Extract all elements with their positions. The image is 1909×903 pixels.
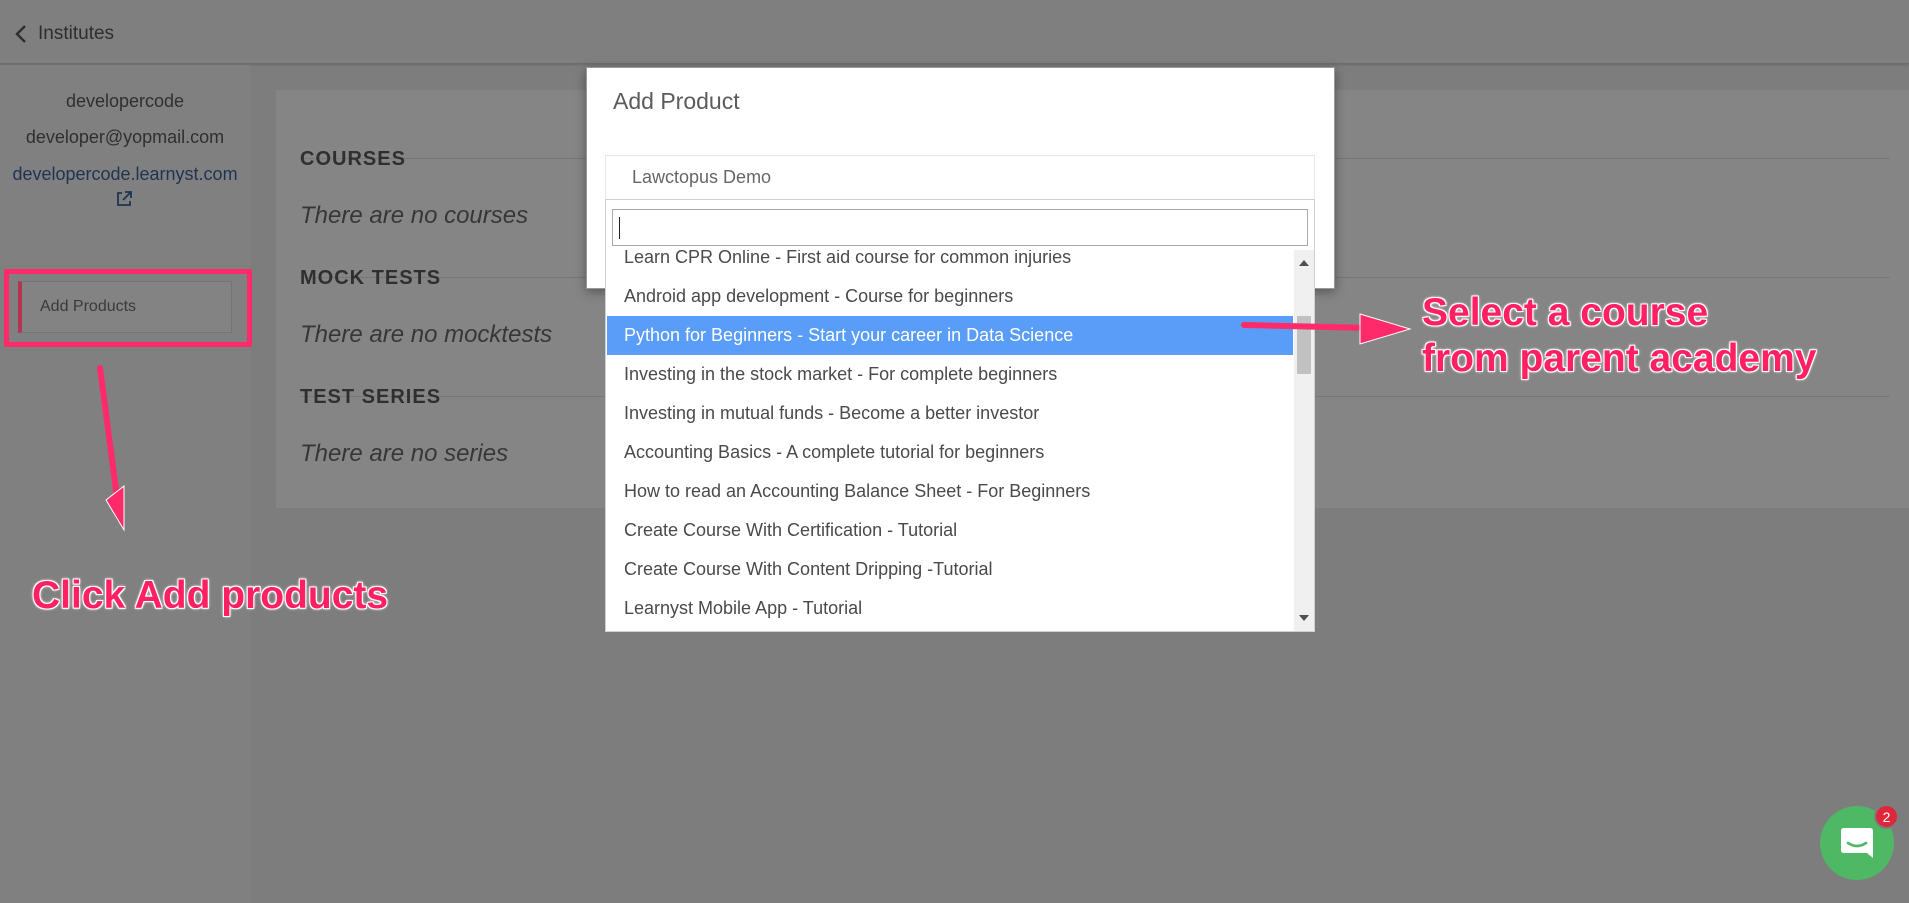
scroll-up-arrow-icon[interactable] <box>1299 260 1309 266</box>
course-option[interactable]: Create Course With Certification - Tutor… <box>607 511 1293 550</box>
section-empty-mock-tests: There are no mocktests <box>300 321 553 348</box>
institute-select-value: Lawctopus Demo <box>632 167 772 187</box>
course-option[interactable]: Accounting Basics - A complete tutorial … <box>607 433 1293 472</box>
external-link-icon[interactable] <box>115 190 133 208</box>
sidebar: developercode developer@yopmail.com deve… <box>0 65 250 903</box>
add-products-highlight <box>4 269 252 347</box>
top-bar: Institutes <box>0 0 1909 64</box>
course-option[interactable]: Python for Beginners - Start your career… <box>607 316 1293 355</box>
back-link-label: Institutes <box>38 23 115 44</box>
course-option[interactable]: Learnyst Mobile App - Tutorial <box>607 589 1293 628</box>
course-option[interactable]: Create Course With Content Dripping -Tut… <box>607 550 1293 589</box>
dropdown-scrollbar[interactable] <box>1294 250 1314 631</box>
institute-site-link[interactable]: developercode.learnyst.com <box>0 164 250 185</box>
chevron-left-icon <box>15 25 26 43</box>
back-to-institutes-link[interactable]: Institutes <box>14 20 114 48</box>
text-caret <box>619 217 620 239</box>
course-options-list: Learn CPR Online - First aid course for … <box>607 250 1293 631</box>
scroll-thumb[interactable] <box>1297 316 1311 374</box>
annotation-click-add: Click Add products <box>32 574 389 617</box>
institute-select[interactable]: Lawctopus Demo <box>605 155 1315 200</box>
course-option[interactable]: How to read an Accounting Balance Sheet … <box>607 472 1293 511</box>
chat-unread-badge: 2 <box>1874 804 1899 829</box>
section-title-test-series: TEST SERIES <box>300 386 442 408</box>
annotation-select-course-line1: Select a course <box>1422 291 1709 334</box>
modal-title: Add Product <box>613 88 740 114</box>
section-empty-test-series: There are no series <box>300 440 509 467</box>
course-search-input[interactable] <box>612 209 1308 246</box>
annotation-select-course-line2: from parent academy <box>1422 337 1817 380</box>
section-title-courses: COURSES <box>300 148 406 170</box>
course-option[interactable]: Android app development - Course for beg… <box>607 277 1293 316</box>
section-title-mock-tests: MOCK TESTS <box>300 267 442 289</box>
course-option[interactable]: Investing in the stock market - For comp… <box>607 355 1293 394</box>
institute-email: developer@yopmail.com <box>25 127 225 147</box>
scroll-down-arrow-icon[interactable] <box>1299 615 1309 621</box>
course-dropdown: Learn CPR Online - First aid course for … <box>605 199 1315 632</box>
institute-name: developercode <box>65 91 185 111</box>
section-empty-courses: There are no courses <box>300 202 529 229</box>
course-option[interactable]: Learn CPR Online - First aid course for … <box>607 250 1293 277</box>
chat-bubble-icon <box>1841 828 1873 858</box>
course-option[interactable]: Investing in mutual funds - Become a bet… <box>607 394 1293 433</box>
